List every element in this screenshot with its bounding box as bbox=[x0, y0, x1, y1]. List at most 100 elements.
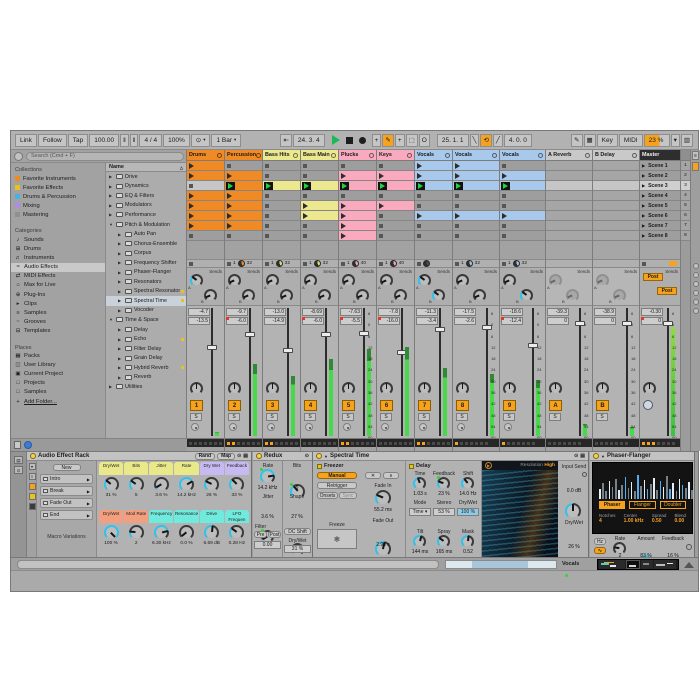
tree-arrow-icon[interactable]: ▶ bbox=[118, 337, 123, 342]
clip-stop-icon[interactable] bbox=[455, 204, 459, 208]
tree-arrow-icon[interactable]: ▶ bbox=[118, 327, 123, 332]
clip-play-icon[interactable] bbox=[417, 163, 422, 169]
scene-slot[interactable]: ▶Scene 4 bbox=[640, 191, 680, 201]
arm-monitor-button[interactable] bbox=[191, 423, 199, 431]
clip-play-icon[interactable] bbox=[417, 213, 422, 219]
tree-arrow-icon[interactable]: ▶ bbox=[118, 289, 123, 294]
volume-field[interactable]: -12.4 bbox=[501, 317, 523, 325]
clip-play-icon[interactable] bbox=[341, 213, 346, 219]
mixer-section-toggle[interactable] bbox=[693, 272, 699, 278]
clip-slot[interactable] bbox=[263, 221, 300, 231]
arm-monitor-button[interactable] bbox=[267, 423, 275, 431]
clip-preview-strip[interactable] bbox=[597, 559, 679, 570]
clip-stop-icon[interactable] bbox=[455, 194, 459, 198]
clip-slot[interactable] bbox=[263, 181, 300, 191]
redux-filter-value[interactable]: 0.00 bbox=[254, 541, 281, 549]
track-header[interactable]: B Delay bbox=[593, 150, 639, 161]
delay-dry-wet-field[interactable]: 100 % bbox=[457, 508, 479, 516]
fader-track[interactable] bbox=[249, 308, 251, 436]
track-menu-icon[interactable] bbox=[331, 153, 336, 158]
mixer-section-toggle[interactable] bbox=[693, 308, 699, 314]
volume-field[interactable]: -6.0 bbox=[226, 317, 248, 325]
fader-track[interactable] bbox=[579, 308, 581, 436]
volume-field[interactable]: -3.4 bbox=[416, 317, 438, 325]
resolution-value[interactable]: High bbox=[544, 463, 555, 468]
clip-slot[interactable] bbox=[339, 201, 376, 211]
clip-play-icon[interactable] bbox=[455, 163, 460, 169]
send-a-knob[interactable] bbox=[190, 274, 203, 287]
macro-label[interactable]: Dry/Wet bbox=[99, 510, 123, 523]
scene-play-icon[interactable]: ▶ bbox=[642, 163, 645, 168]
macro-label[interactable]: LFO Frequen bbox=[225, 510, 249, 523]
track-header[interactable]: Vocals bbox=[500, 150, 545, 161]
overdub-button[interactable]: + bbox=[372, 134, 382, 147]
clip-play-icon[interactable] bbox=[417, 173, 422, 179]
reenable-automation-button[interactable]: + bbox=[395, 134, 405, 147]
sidebar-item-midi-effects[interactable]: ⇄MIDI Effects bbox=[11, 272, 105, 281]
variation-row-end[interactable]: End▶ bbox=[40, 510, 93, 520]
scene-slot[interactable]: ▶Scene 1 bbox=[640, 161, 680, 171]
clip-stop-icon[interactable] bbox=[303, 234, 307, 238]
clip-slot[interactable] bbox=[593, 201, 639, 211]
pan-knob[interactable] bbox=[190, 382, 203, 395]
tree-item-frequency-shifter[interactable]: ▶Frequency Shifter bbox=[106, 258, 186, 268]
send-a-knob[interactable] bbox=[549, 274, 562, 287]
rack-chains-button[interactable] bbox=[29, 493, 36, 500]
tree-item-filter-delay[interactable]: ▶Filter Delay bbox=[106, 344, 186, 354]
midi-map-button[interactable]: MIDI bbox=[619, 134, 643, 147]
clip-slot[interactable] bbox=[301, 211, 338, 221]
clip-slot[interactable] bbox=[377, 161, 414, 171]
scene-slot[interactable]: ▶Scene 2 bbox=[640, 171, 680, 181]
track-activator[interactable]: 8 bbox=[456, 400, 469, 411]
spectral-hotswap-icon[interactable]: ⊙ bbox=[574, 453, 578, 459]
clip-slot[interactable] bbox=[225, 181, 262, 191]
track-activator[interactable]: A bbox=[549, 400, 562, 411]
volume-fader-handle[interactable] bbox=[435, 327, 445, 332]
clip-slot[interactable] bbox=[263, 191, 300, 201]
clip-stop-icon[interactable] bbox=[417, 204, 421, 208]
send-b-knob[interactable] bbox=[242, 289, 255, 302]
tree-arrow-icon[interactable]: ▼ bbox=[109, 222, 114, 227]
arm-monitor-button[interactable] bbox=[343, 423, 351, 431]
clip-slot[interactable] bbox=[339, 221, 376, 231]
track-menu-icon[interactable] bbox=[538, 153, 543, 158]
delay-feedback-knob[interactable] bbox=[437, 477, 450, 490]
track-menu-icon[interactable] bbox=[293, 153, 298, 158]
tree-arrow-icon[interactable]: ▶ bbox=[118, 232, 123, 237]
track-activator[interactable]: B bbox=[596, 400, 609, 411]
loop-button[interactable]: ⟲ bbox=[480, 134, 491, 147]
mixer-section-toggle[interactable] bbox=[693, 281, 699, 287]
scene-launch[interactable]: ▶Scene 7 bbox=[642, 223, 668, 229]
arm-monitor-button[interactable] bbox=[305, 423, 313, 431]
scene-play-icon[interactable]: ▶ bbox=[642, 183, 645, 188]
scene-slot[interactable]: ▶Scene 8 bbox=[640, 231, 680, 241]
clip-play-icon[interactable] bbox=[502, 213, 507, 219]
clip-play-icon[interactable] bbox=[227, 203, 232, 209]
input-send-knob[interactable] bbox=[565, 503, 581, 519]
volume-field[interactable]: -2.6 bbox=[454, 317, 476, 325]
clip-stop-icon[interactable] bbox=[303, 164, 307, 168]
track-activator[interactable]: 3 bbox=[266, 400, 279, 411]
clip-slot[interactable] bbox=[263, 231, 300, 241]
tree-item-spectral-resonator[interactable]: ▶Spectral Resonator bbox=[106, 287, 186, 297]
macro-knob[interactable] bbox=[229, 525, 244, 540]
loop-length-field[interactable]: 4. 0. 0 bbox=[504, 134, 532, 147]
pan-knob[interactable] bbox=[266, 382, 279, 395]
clip-stop-icon[interactable] bbox=[379, 234, 383, 238]
volume-field[interactable]: -14.9 bbox=[264, 317, 286, 325]
scene-launch[interactable]: ▶Scene 4 bbox=[642, 193, 668, 199]
solo-button[interactable]: S bbox=[304, 413, 316, 421]
clip-slot[interactable] bbox=[593, 161, 639, 171]
phaser-lfo-waveform-button[interactable]: ∿ bbox=[594, 547, 606, 554]
clip-stop-icon[interactable] bbox=[303, 194, 307, 198]
clip-slot[interactable] bbox=[187, 161, 224, 171]
track-header[interactable]: Vocals bbox=[453, 150, 499, 161]
redux-filter-pre-button[interactable]: Pre bbox=[254, 531, 267, 538]
pan-knob[interactable] bbox=[380, 382, 393, 395]
macro-label[interactable]: Dry/Wet bbox=[99, 462, 123, 475]
pan-knob[interactable] bbox=[342, 382, 355, 395]
send-a-knob[interactable] bbox=[380, 274, 393, 287]
variation-row-break[interactable]: Break▶ bbox=[40, 486, 93, 496]
freezer-onsets-button[interactable]: Onsets bbox=[317, 492, 338, 499]
clip-slot[interactable] bbox=[593, 181, 639, 191]
